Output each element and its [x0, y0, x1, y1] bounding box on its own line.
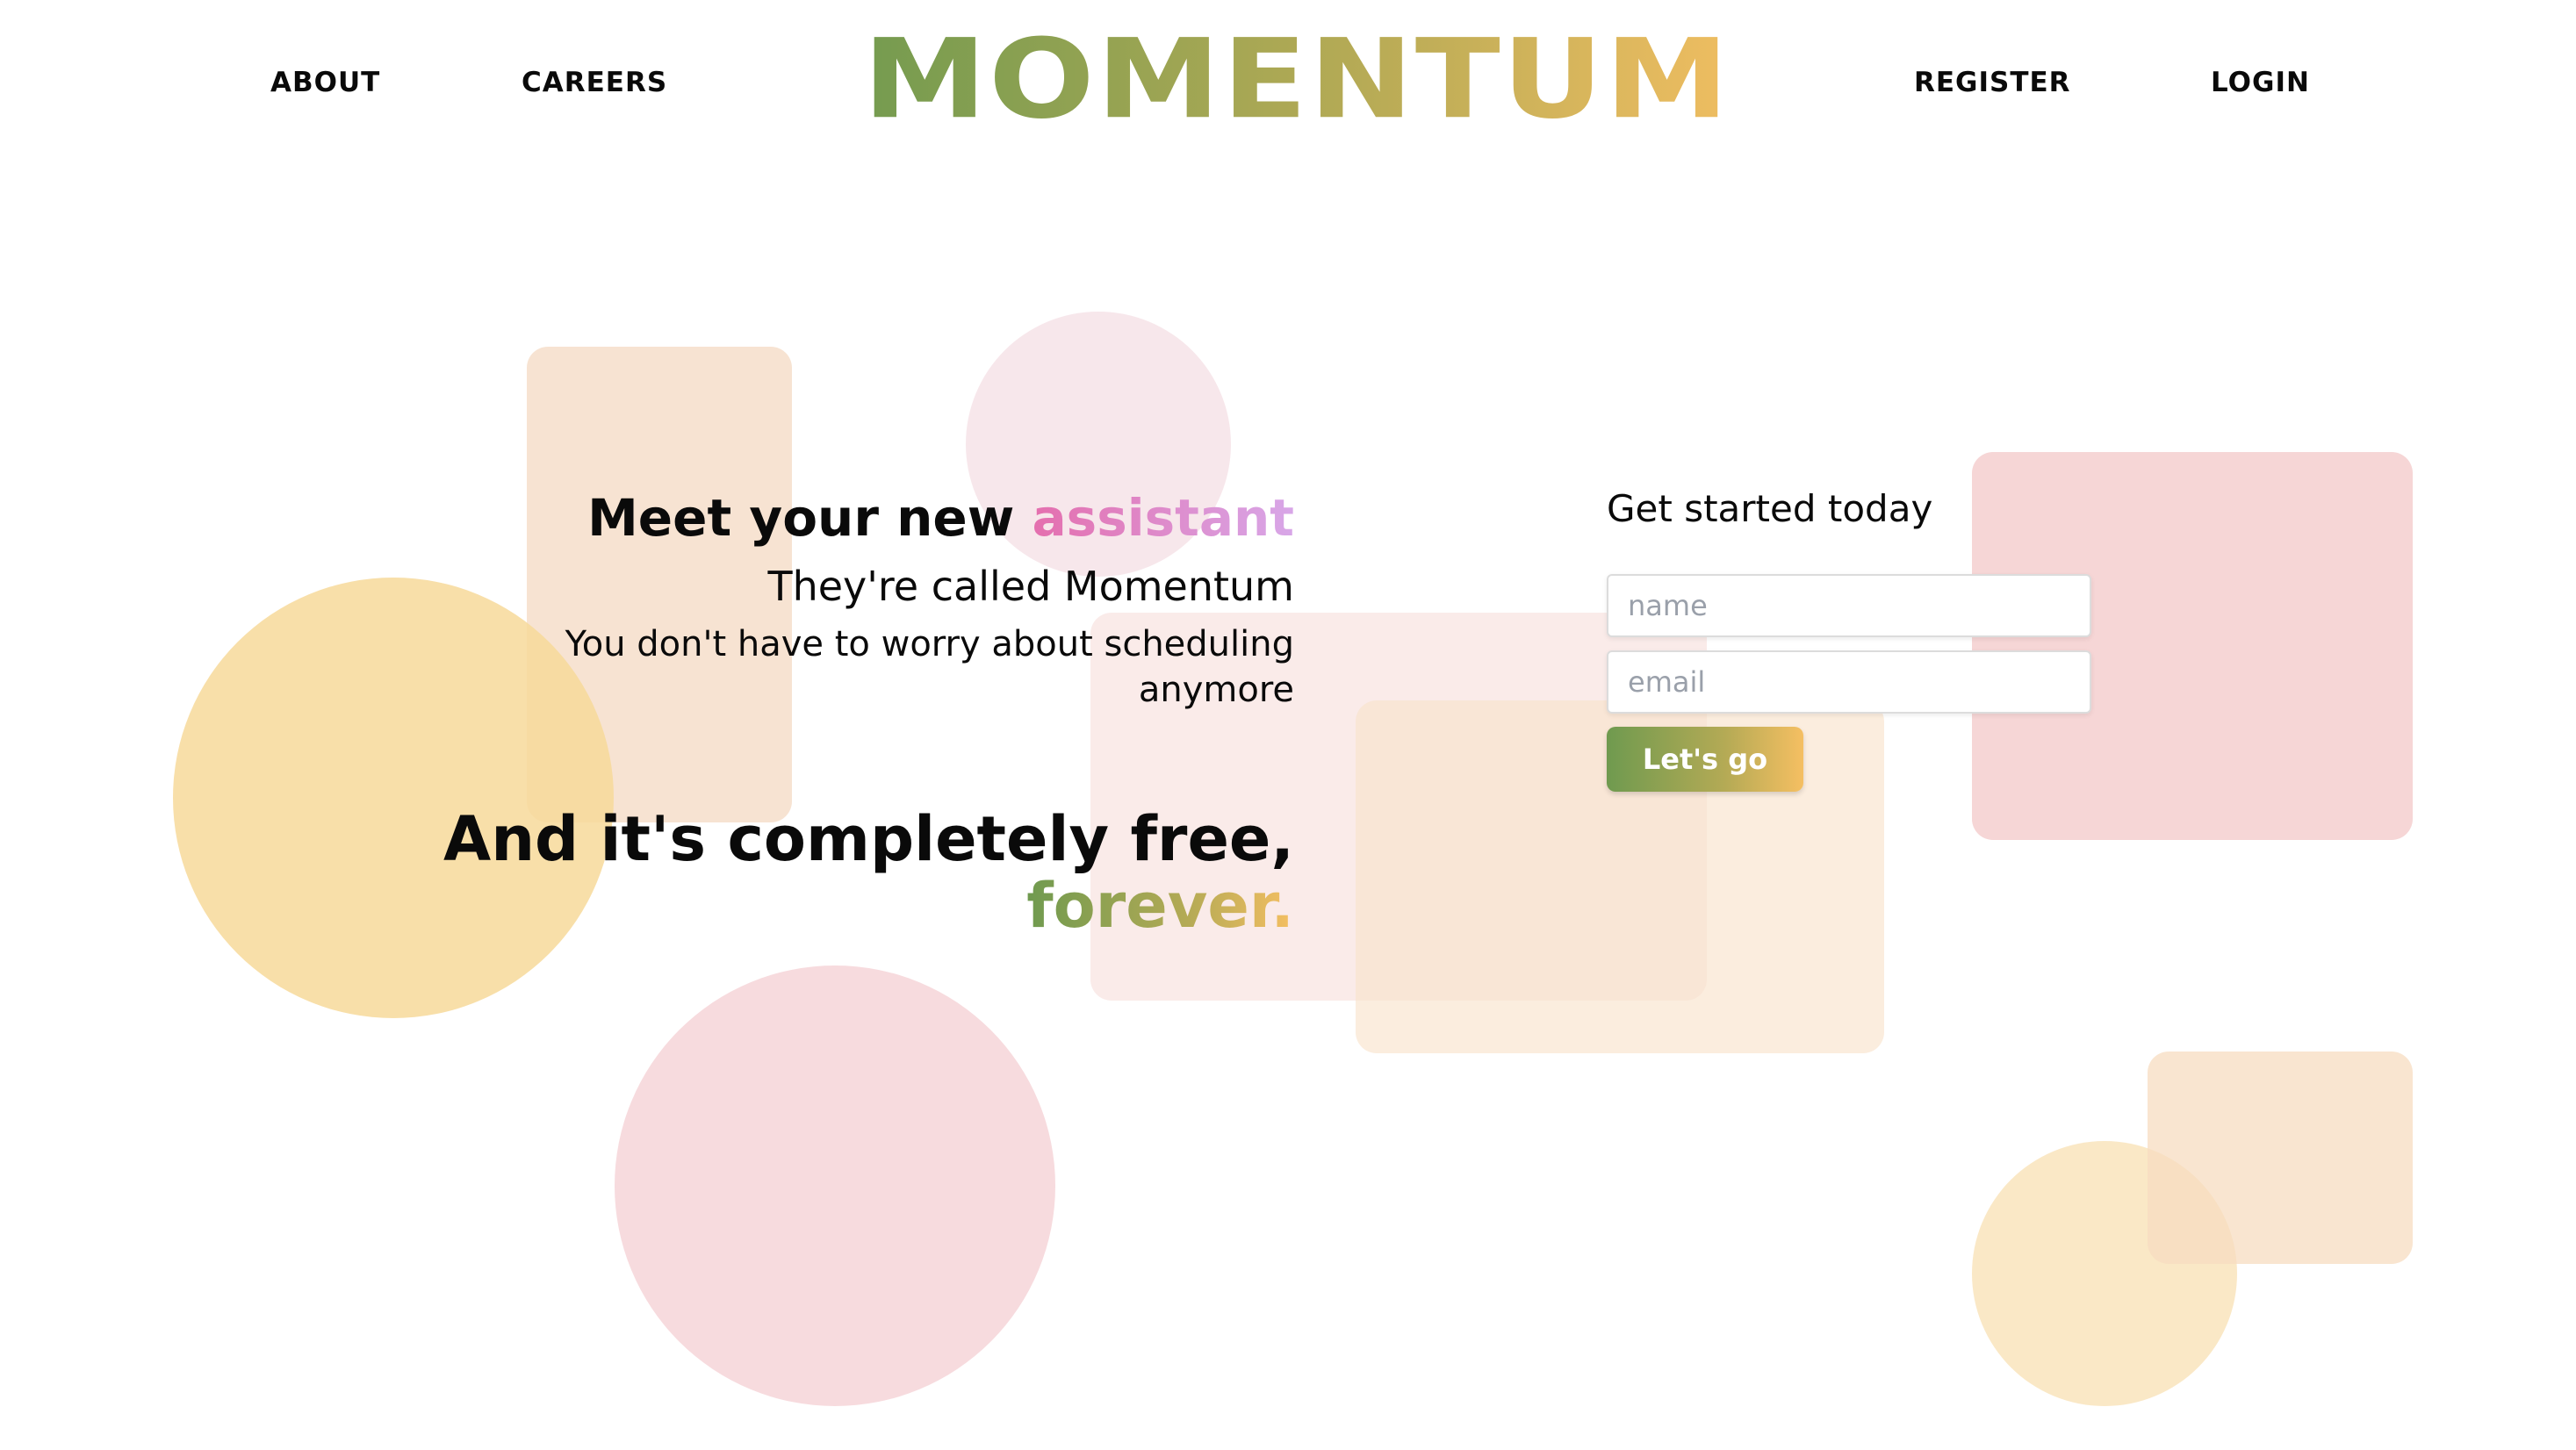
- brand-logo[interactable]: MOMENTUM: [818, 22, 1775, 138]
- hero-title-accent: assistant: [1032, 488, 1294, 548]
- decorative-pink-circle-bottom: [615, 965, 1055, 1406]
- decorative-pink-rectangle-right: [1972, 452, 2413, 840]
- decorative-peach-rectangle-bottom-right: [2148, 1052, 2413, 1264]
- hero-subtitle: They're called Momentum: [767, 563, 1294, 610]
- hero-forever-line: forever.: [1026, 870, 1294, 942]
- email-input[interactable]: [1607, 650, 2091, 714]
- name-input[interactable]: [1607, 574, 2091, 637]
- nav-link-about[interactable]: ABOUT: [270, 65, 380, 100]
- hero-free-line: And it's completely free,: [443, 803, 1294, 875]
- nav-link-login[interactable]: LOGIN: [2211, 65, 2310, 100]
- signup-heading: Get started today: [1607, 487, 1933, 530]
- hero-title: Meet your new assistant: [587, 481, 1294, 555]
- hero-description: You don't have to worry about scheduling…: [565, 624, 1294, 710]
- nav-link-register[interactable]: REGISTER: [1914, 65, 2071, 100]
- hero-title-prefix: Meet your new: [587, 488, 1033, 548]
- lets-go-button[interactable]: Let's go: [1607, 727, 1803, 792]
- nav-link-careers[interactable]: CAREERS: [522, 65, 667, 100]
